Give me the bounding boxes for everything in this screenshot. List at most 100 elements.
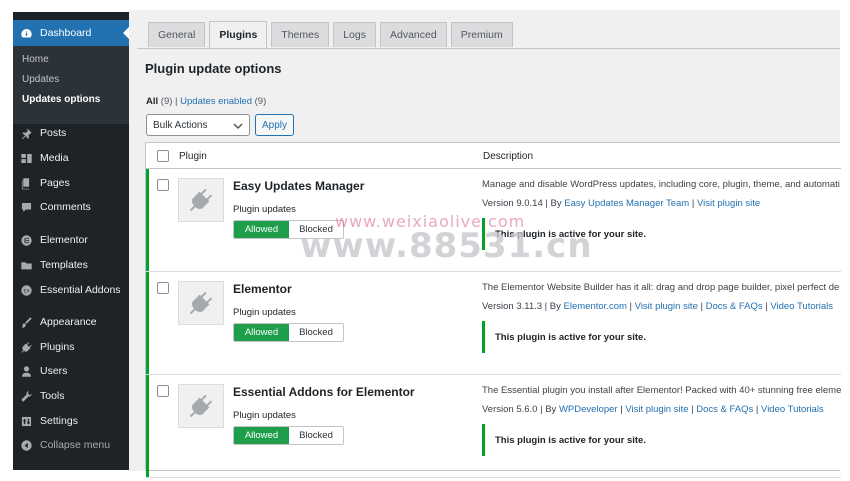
dashboard-icon: [19, 26, 33, 40]
active-notice: This plugin is active for your site.: [482, 424, 841, 456]
sidebar-item-label: Elementor: [40, 234, 88, 246]
submenu-item-updates-options[interactable]: Updates options: [22, 94, 100, 105]
plugin-meta: Version 5.6.0 | By WPDeveloper | Visit p…: [482, 404, 824, 415]
blocked-button[interactable]: Blocked: [288, 324, 343, 341]
plug-icon: [189, 188, 213, 212]
plugin-description: Manage and disable WordPress updates, in…: [482, 179, 840, 190]
plugin-name: Elementor: [233, 282, 292, 296]
blocked-button[interactable]: Blocked: [288, 427, 343, 444]
sidebar-item-pages[interactable]: Pages: [13, 173, 129, 193]
by-label: By: [550, 198, 562, 209]
sidebar-collapse-menu[interactable]: Collapse menu: [13, 435, 129, 455]
sidebar-item-label: Plugins: [40, 341, 75, 353]
collapse-icon: [19, 438, 33, 452]
apply-button[interactable]: Apply: [255, 114, 294, 136]
column-plugin: Plugin: [179, 151, 207, 162]
plugin-updates-toggle: Allowed Blocked: [233, 323, 344, 342]
plugins-table: Plugin Description Easy Updates Manager …: [145, 142, 841, 478]
filter-enabled-count: (9): [254, 96, 267, 107]
admin-sidebar: Dashboard Home Updates Updates options P…: [13, 12, 129, 470]
filter-updates-enabled[interactable]: Updates enabled: [180, 96, 252, 107]
filter-separator: |: [175, 96, 178, 107]
row-checkbox[interactable]: [157, 179, 169, 191]
plugin-filters: All (9) | Updates enabled (9): [146, 96, 266, 107]
sidebar-item-templates[interactable]: Templates: [13, 255, 129, 275]
sidebar-item-label: Users: [40, 365, 68, 377]
brush-icon: [19, 315, 33, 329]
plugin-author-link[interactable]: Elementor.com: [564, 301, 627, 312]
plugin-description: The Elementor Website Builder has it all…: [482, 282, 840, 293]
plugin-author-link[interactable]: WPDeveloper: [559, 404, 618, 415]
chevron-down-icon: [233, 123, 243, 130]
tab-premium[interactable]: Premium: [450, 22, 513, 47]
tab-logs[interactable]: Logs: [333, 22, 376, 47]
tab-general[interactable]: General: [148, 22, 206, 47]
bulk-actions-value: Bulk Actions: [153, 119, 208, 131]
sidebar-item-settings[interactable]: Settings: [13, 411, 129, 431]
active-indicator: [146, 375, 149, 477]
allowed-button[interactable]: Allowed: [234, 221, 289, 238]
allowed-button[interactable]: Allowed: [234, 427, 289, 444]
active-notice: This plugin is active for your site.: [482, 218, 841, 250]
submenu-item-updates[interactable]: Updates: [22, 74, 59, 85]
plugin-updates-toggle: Allowed Blocked: [233, 220, 344, 239]
visit-plugin-site-link[interactable]: Visit plugin site: [697, 198, 760, 209]
plugin-author-link[interactable]: Easy Updates Manager Team: [564, 198, 689, 209]
allowed-button[interactable]: Allowed: [234, 324, 289, 341]
submenu-item-home[interactable]: Home: [22, 54, 49, 65]
tab-advanced[interactable]: Advanced: [380, 22, 447, 47]
sidebar-item-plugins[interactable]: Plugins: [13, 337, 129, 357]
pages-icon: [19, 176, 33, 190]
bulk-actions-select[interactable]: Bulk Actions: [146, 114, 250, 136]
sidebar-item-label: Settings: [40, 415, 78, 427]
sidebar-item-label: Media: [40, 152, 69, 164]
plugin-name: Essential Addons for Elementor: [233, 385, 415, 399]
docs-faqs-link[interactable]: Docs & FAQs: [696, 404, 753, 415]
plugin-thumbnail: [178, 178, 224, 222]
sidebar-item-essential-addons[interactable]: EA Essential Addons: [13, 280, 129, 300]
users-icon: [19, 364, 33, 378]
folder-icon: [19, 258, 33, 272]
sidebar-item-appearance[interactable]: Appearance: [13, 312, 129, 332]
elementor-icon: [19, 233, 33, 247]
plugin-thumbnail: [178, 281, 224, 325]
row-checkbox[interactable]: [157, 282, 169, 294]
video-tutorials-link[interactable]: Video Tutorials: [770, 301, 833, 312]
active-indicator: [146, 272, 149, 374]
sidebar-item-comments[interactable]: Comments: [13, 197, 129, 217]
select-all-checkbox[interactable]: [157, 150, 169, 162]
table-row: Elementor Plugin updates Allowed Blocked…: [146, 272, 841, 375]
filter-all[interactable]: All: [146, 96, 158, 107]
sidebar-item-label: Appearance: [40, 316, 97, 328]
table-header: Plugin Description: [146, 143, 841, 169]
plugin-updates-label: Plugin updates: [233, 307, 296, 318]
sidebar-item-label: Dashboard: [40, 27, 92, 39]
plugin-name: Easy Updates Manager: [233, 179, 365, 193]
sidebar-item-tools[interactable]: Tools: [13, 386, 129, 406]
plugin-icon: [19, 340, 33, 354]
media-icon: [19, 151, 33, 165]
row-checkbox[interactable]: [157, 385, 169, 397]
tab-plugins[interactable]: Plugins: [209, 21, 268, 48]
sidebar-item-media[interactable]: Media: [13, 148, 129, 168]
video-tutorials-link[interactable]: Video Tutorials: [761, 404, 824, 415]
sidebar-item-users[interactable]: Users: [13, 361, 129, 381]
page-title: Plugin update options: [145, 61, 282, 76]
tab-themes[interactable]: Themes: [271, 22, 330, 47]
plugin-meta: Version 3.11.3 | By Elementor.com | Visi…: [482, 301, 834, 312]
sidebar-item-elementor[interactable]: Elementor: [13, 230, 129, 250]
sidebar-item-posts[interactable]: Posts: [13, 123, 129, 143]
essential-addons-icon: EA: [19, 283, 33, 297]
visit-plugin-site-link[interactable]: Visit plugin site: [635, 301, 698, 312]
pin-icon: [19, 126, 33, 140]
visit-plugin-site-link[interactable]: Visit plugin site: [625, 404, 688, 415]
sidebar-item-label: Essential Addons: [40, 284, 121, 296]
active-notice: This plugin is active for your site.: [482, 321, 841, 353]
sidebar-item-label: Collapse menu: [40, 439, 111, 451]
blocked-button[interactable]: Blocked: [288, 221, 343, 238]
sidebar-item-dashboard[interactable]: Dashboard: [13, 20, 129, 46]
by-label: By: [545, 404, 557, 415]
docs-faqs-link[interactable]: Docs & FAQs: [706, 301, 763, 312]
sidebar-item-label: Templates: [40, 259, 88, 271]
svg-text:EA: EA: [23, 288, 30, 294]
